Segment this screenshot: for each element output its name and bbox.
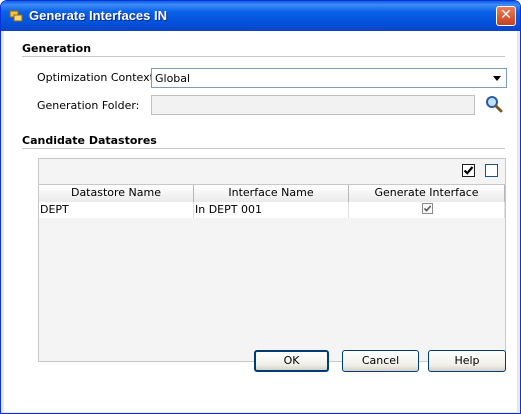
optimization-context-dropdown[interactable]: Global (151, 68, 507, 88)
generate-interface-checkbox[interactable] (421, 203, 433, 214)
table-row[interactable]: DEPT In DEPT 001 (39, 202, 505, 218)
column-header-generate-interface[interactable]: Generate Interface (349, 185, 505, 202)
uncheck-all-checkbox[interactable] (485, 164, 498, 177)
close-button[interactable]: ✕ (496, 6, 516, 26)
candidate-datastores-panel: Datastore Name Interface Name Generate I… (38, 158, 506, 362)
help-button[interactable]: Help (428, 350, 506, 372)
candidates-divider (22, 148, 505, 149)
magnifier-icon (484, 94, 504, 114)
ok-button[interactable]: OK (254, 350, 329, 372)
panel-toolbar (39, 159, 505, 184)
dialog-body: Generation Optimization Context: Global … (4, 31, 517, 412)
generation-divider (22, 56, 505, 57)
datastore-name-cell[interactable]: DEPT (39, 202, 194, 218)
generation-folder-field (151, 95, 475, 115)
optimization-context-label: Optimization Context: (37, 71, 158, 84)
generation-folder-label: Generation Folder: (37, 99, 140, 112)
candidates-section-title: Candidate Datastores (22, 134, 157, 147)
interface-name-cell[interactable]: In DEPT 001 (194, 202, 349, 218)
title-bar[interactable]: Generate Interfaces IN ✕ (1, 1, 520, 31)
generation-section-title: Generation (22, 42, 92, 55)
table-header: Datastore Name Interface Name Generate I… (39, 184, 505, 203)
dialog-title: Generate Interfaces IN (29, 8, 168, 23)
chevron-down-icon[interactable] (490, 71, 504, 85)
browse-folder-button[interactable] (484, 94, 504, 114)
generate-interface-cell (349, 202, 505, 218)
check-all-checkbox[interactable] (462, 164, 475, 177)
app-icon (9, 9, 23, 23)
generate-interfaces-dialog: Generate Interfaces IN ✕ Generation Opti… (0, 0, 521, 414)
table-empty-area (39, 218, 505, 361)
close-icon: ✕ (500, 7, 512, 23)
optimization-context-value: Global (155, 72, 191, 85)
column-header-datastore-name[interactable]: Datastore Name (39, 185, 194, 202)
cancel-button[interactable]: Cancel (342, 350, 419, 372)
column-header-interface-name[interactable]: Interface Name (194, 185, 349, 202)
